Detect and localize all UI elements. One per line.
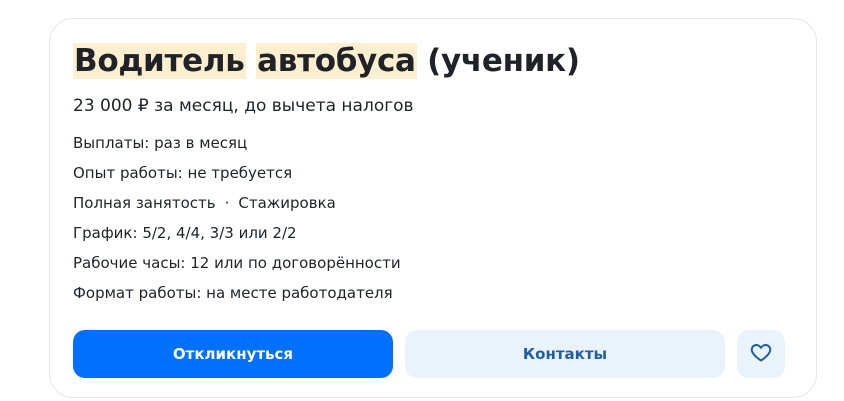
employment-type: Полная занятость — [73, 194, 216, 212]
contacts-button[interactable]: Контакты — [405, 330, 725, 378]
title-highlight-word: автобуса — [256, 43, 417, 79]
heart-icon — [749, 340, 773, 368]
hours-info: Рабочие часы: 12 или по договорённости — [73, 254, 401, 272]
apply-button[interactable]: Откликнуться — [73, 330, 393, 378]
schedule-info: График: 5/2, 4/4, 3/3 или 2/2 — [73, 224, 297, 242]
employment-extra: Стажировка — [238, 194, 336, 212]
title-suffix: (ученик) — [427, 43, 580, 79]
work-format-info: Формат работы: на месте работодателя — [73, 284, 393, 302]
title-highlight-word: Водитель — [73, 43, 246, 79]
employment-info: Полная занятость · Стажировка — [73, 193, 401, 223]
favorite-button[interactable] — [737, 330, 785, 378]
experience-info: Опыт работы: не требуется — [73, 164, 293, 182]
vacancy-card: Водитель автобуса (ученик) 23 000 ₽ за м… — [49, 18, 817, 398]
contacts-button-label: Контакты — [522, 345, 608, 363]
vacancy-details: Выплаты: раз в месяц Опыт работы: не тре… — [73, 133, 401, 313]
salary: 23 000 ₽ за месяц, до вычета налогов — [73, 96, 414, 116]
separator-dot: · — [224, 194, 230, 212]
apply-button-label: Откликнуться — [172, 345, 294, 363]
payments-info: Выплаты: раз в месяц — [73, 134, 248, 152]
vacancy-title[interactable]: Водитель автобуса (ученик) — [73, 39, 580, 83]
